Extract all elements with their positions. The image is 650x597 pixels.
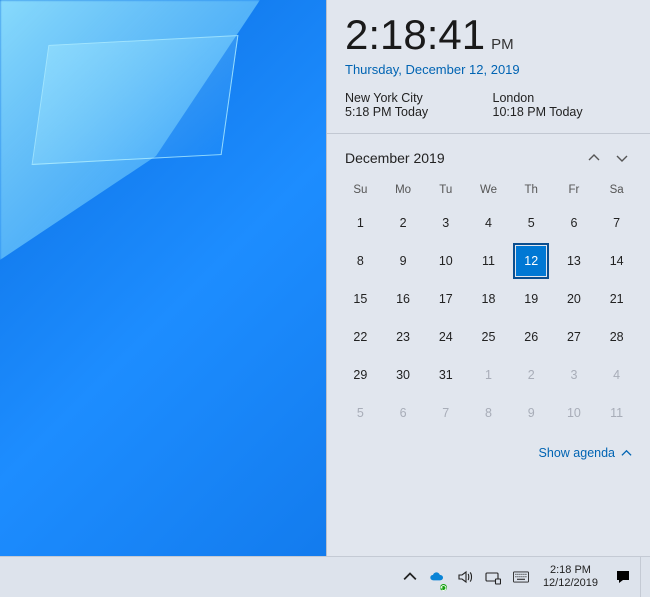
calendar-day[interactable]: 12 (510, 242, 553, 280)
calendar-day[interactable]: 6 (553, 204, 596, 242)
current-date-link[interactable]: Thursday, December 12, 2019 (345, 62, 632, 77)
calendar-prev-button[interactable] (580, 146, 608, 170)
calendar-day[interactable]: 28 (595, 318, 638, 356)
calendar-day[interactable]: 10 (424, 242, 467, 280)
world-clock-city: New York City (345, 91, 485, 105)
chevron-up-icon (621, 448, 632, 459)
calendar-day[interactable]: 4 (467, 204, 510, 242)
calendar-day[interactable]: 23 (382, 318, 425, 356)
calendar-day[interactable]: 31 (424, 356, 467, 394)
calendar-dow-label: We (467, 178, 510, 204)
calendar-day[interactable]: 6 (382, 394, 425, 432)
time-value: 2:18:41 (345, 11, 485, 58)
clock-calendar-flyout: 2:18:41 PM Thursday, December 12, 2019 Ne… (326, 0, 650, 556)
calendar-day[interactable]: 15 (339, 280, 382, 318)
calendar-day[interactable]: 24 (424, 318, 467, 356)
calendar-next-button[interactable] (608, 146, 636, 170)
calendar-day[interactable]: 9 (510, 394, 553, 432)
action-center-button[interactable] (606, 557, 640, 597)
calendar-day[interactable]: 2 (510, 356, 553, 394)
wallpaper-shape (32, 35, 239, 165)
show-agenda-label: Show agenda (539, 446, 615, 460)
calendar-day[interactable]: 7 (595, 204, 638, 242)
calendar-day[interactable]: 20 (553, 280, 596, 318)
notification-icon (615, 569, 631, 585)
calendar-day[interactable]: 11 (467, 242, 510, 280)
calendar-day[interactable]: 3 (424, 204, 467, 242)
calendar-day[interactable]: 29 (339, 356, 382, 394)
calendar-header: December 2019 (327, 134, 650, 178)
chevron-up-icon (403, 570, 417, 584)
calendar-day[interactable]: 14 (595, 242, 638, 280)
calendar-month-title[interactable]: December 2019 (345, 150, 580, 166)
calendar-grid: SuMoTuWeThFrSa 1234567891011121314151617… (327, 178, 650, 438)
clock-section: 2:18:41 PM Thursday, December 12, 2019 (327, 0, 650, 87)
onedrive-tray-icon[interactable] (423, 557, 451, 597)
calendar-day[interactable]: 8 (467, 394, 510, 432)
chevron-down-icon (616, 152, 628, 164)
calendar-day[interactable]: 21 (595, 280, 638, 318)
calendar-day[interactable]: 8 (339, 242, 382, 280)
calendar-day[interactable]: 27 (553, 318, 596, 356)
calendar-day[interactable]: 7 (424, 394, 467, 432)
calendar-dow-label: Fr (553, 178, 596, 204)
calendar-dow-label: Th (510, 178, 553, 204)
calendar-dow-label: Sa (595, 178, 638, 204)
current-time: 2:18:41 PM (345, 14, 632, 56)
taskbar: 2:18 PM 12/12/2019 (0, 556, 650, 597)
calendar-day[interactable]: 1 (467, 356, 510, 394)
calendar-day[interactable]: 5 (510, 204, 553, 242)
calendar-day[interactable]: 4 (595, 356, 638, 394)
world-clock-item[interactable]: New York City 5:18 PM Today (345, 91, 485, 119)
network-tray-icon[interactable] (479, 557, 507, 597)
calendar-day[interactable]: 5 (339, 394, 382, 432)
taskbar-clock-date: 12/12/2019 (543, 577, 598, 590)
world-clock-time: 5:18 PM Today (345, 105, 485, 119)
calendar-day[interactable]: 13 (553, 242, 596, 280)
calendar-day[interactable]: 25 (467, 318, 510, 356)
calendar-day[interactable]: 3 (553, 356, 596, 394)
calendar-day[interactable]: 1 (339, 204, 382, 242)
time-ampm: PM (491, 36, 514, 53)
calendar-day[interactable]: 2 (382, 204, 425, 242)
calendar-dow-label: Tu (424, 178, 467, 204)
calendar-day[interactable]: 16 (382, 280, 425, 318)
taskbar-clock-time: 2:18 PM (550, 564, 591, 577)
calendar-dow-label: Su (339, 178, 382, 204)
calendar-day[interactable]: 18 (467, 280, 510, 318)
world-clock-item[interactable]: London 10:18 PM Today (493, 91, 633, 119)
show-agenda-toggle[interactable]: Show agenda (327, 438, 650, 472)
chevron-up-icon (588, 152, 600, 164)
ethernet-icon (485, 569, 501, 585)
calendar-day[interactable]: 19 (510, 280, 553, 318)
tray-overflow-button[interactable] (397, 557, 423, 597)
speaker-icon (457, 569, 473, 585)
world-clocks: New York City 5:18 PM Today London 10:18… (327, 87, 650, 133)
calendar-day[interactable]: 11 (595, 394, 638, 432)
calendar-day[interactable]: 22 (339, 318, 382, 356)
calendar-day[interactable]: 9 (382, 242, 425, 280)
keyboard-icon (513, 569, 529, 585)
calendar-dow-label: Mo (382, 178, 425, 204)
world-clock-time: 10:18 PM Today (493, 105, 633, 119)
calendar-day[interactable]: 30 (382, 356, 425, 394)
input-indicator-tray-icon[interactable] (507, 557, 535, 597)
show-desktop-button[interactable] (640, 557, 646, 597)
calendar-day[interactable]: 17 (424, 280, 467, 318)
calendar-day[interactable]: 10 (553, 394, 596, 432)
sync-badge-icon (439, 583, 448, 592)
volume-tray-icon[interactable] (451, 557, 479, 597)
world-clock-city: London (493, 91, 633, 105)
taskbar-clock[interactable]: 2:18 PM 12/12/2019 (535, 557, 606, 597)
calendar-day[interactable]: 26 (510, 318, 553, 356)
